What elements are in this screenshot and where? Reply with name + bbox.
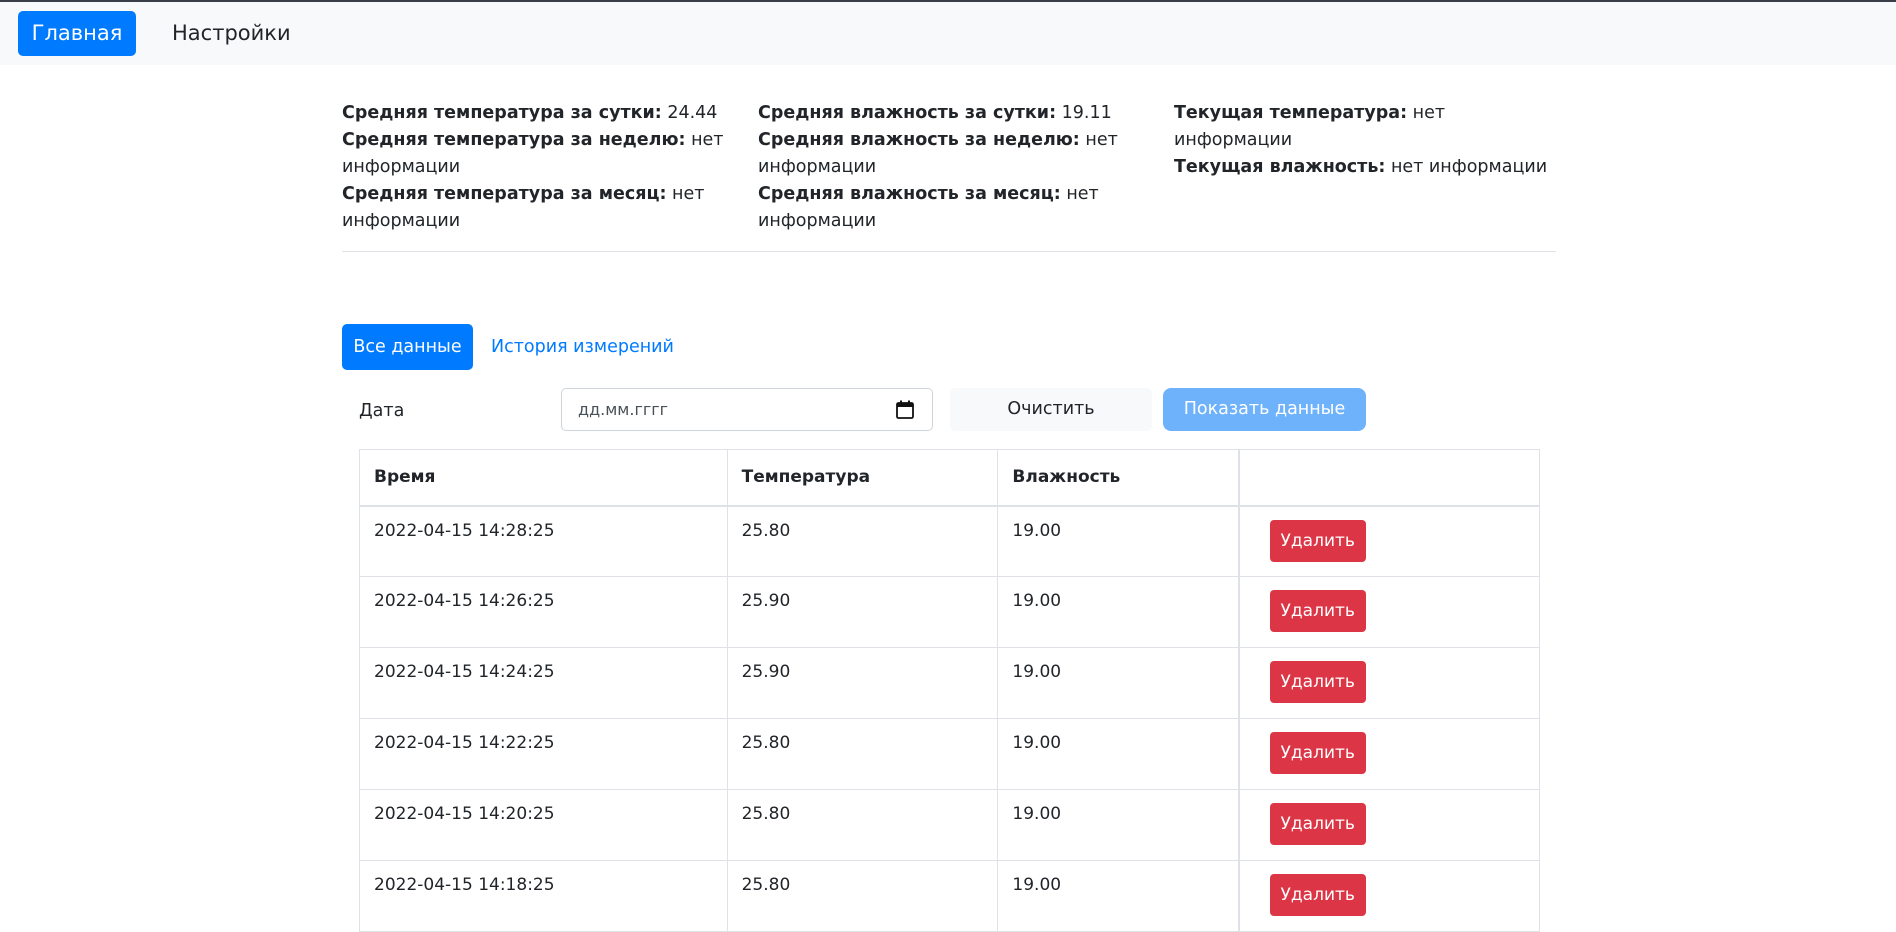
stat-label: Текущая влажность: (1174, 157, 1386, 177)
cell-time: 2022-04-15 14:28:25 (359, 505, 728, 577)
table-row: 2022-04-15 14:28:25 25.80 19.00 Удалить (359, 505, 1540, 577)
table-row: 2022-04-15 14:26:25 25.90 19.00 Удалить (359, 576, 1540, 648)
stat-label: Средняя влажность за месяц: (758, 184, 1061, 204)
cell-humidity: 19.00 (997, 576, 1240, 648)
cell-time: 2022-04-15 14:26:25 (359, 576, 728, 648)
stat-value: 19.11 (1061, 103, 1112, 123)
stat-label: Средняя температура за неделю: (342, 130, 686, 150)
cell-time: 2022-04-15 14:20:25 (359, 789, 728, 861)
delete-button[interactable]: Удалить (1269, 661, 1366, 703)
column-header-humidity: Влажность (997, 449, 1240, 507)
table-row: 2022-04-15 14:20:25 25.80 19.00 Удалить (359, 789, 1540, 861)
stat-line: Средняя влажность за месяц: нет информац… (758, 181, 1158, 235)
stat-label: Средняя температура за сутки: (342, 103, 662, 123)
cell-actions: Удалить (1237, 860, 1540, 932)
column-header-actions (1237, 449, 1540, 507)
column-header-temperature: Температура (726, 449, 999, 507)
cell-temperature: 25.90 (726, 647, 999, 719)
cell-time: 2022-04-15 14:22:25 (359, 718, 728, 790)
stat-label: Средняя влажность за сутки: (758, 103, 1057, 123)
nav-settings-link[interactable]: Настройки (154, 11, 309, 56)
calendar-icon[interactable] (896, 400, 914, 419)
cell-actions: Удалить (1237, 789, 1540, 861)
table-row: 2022-04-15 14:24:25 25.90 19.00 Удалить (359, 647, 1540, 719)
stat-value: 24.44 (667, 103, 718, 123)
cell-humidity: 19.00 (997, 860, 1240, 932)
show-data-button[interactable]: Показать данные (1163, 388, 1366, 431)
cell-humidity: 19.00 (997, 505, 1240, 577)
table-header-row: Время Температура Влажность (359, 449, 1540, 507)
cell-actions: Удалить (1237, 647, 1540, 719)
delete-button[interactable]: Удалить (1269, 519, 1366, 562)
cell-temperature: 25.80 (726, 505, 999, 577)
stat-line: Текущая влажность: нет информации (1174, 154, 1554, 181)
date-input[interactable]: дд.мм.гггг (561, 388, 933, 431)
delete-button[interactable]: Удалить (1269, 732, 1366, 774)
cell-actions: Удалить (1237, 505, 1540, 577)
nav-home-link[interactable]: Главная (18, 11, 136, 56)
stat-line: Средняя температура за месяц: нет информ… (342, 181, 742, 235)
temperature-stats: Средняя температура за сутки: 24.44 Сред… (342, 100, 742, 235)
cell-actions: Удалить (1237, 718, 1540, 790)
cell-temperature: 25.80 (726, 718, 999, 790)
section-divider (342, 251, 1556, 252)
current-stats: Текущая температура: нет информации Теку… (1174, 100, 1554, 181)
stat-line: Средняя влажность за неделю: нет информа… (758, 127, 1158, 181)
delete-button[interactable]: Удалить (1269, 874, 1366, 916)
date-placeholder: дд.мм.гггг (578, 400, 669, 419)
cell-time: 2022-04-15 14:24:25 (359, 647, 728, 719)
tab-all-data[interactable]: Все данные (342, 324, 473, 370)
cell-temperature: 25.80 (726, 789, 999, 861)
humidity-stats: Средняя влажность за сутки: 19.11 Средня… (758, 100, 1158, 235)
cell-actions: Удалить (1237, 576, 1540, 648)
stat-line: Средняя температура за неделю: нет инфор… (342, 127, 742, 181)
stat-line: Средняя температура за сутки: 24.44 (342, 100, 742, 127)
navbar: Главная Настройки (0, 2, 1896, 65)
tab-history[interactable]: История измерений (491, 324, 674, 370)
cell-humidity: 19.00 (997, 718, 1240, 790)
clear-button[interactable]: Очистить (950, 388, 1152, 431)
measurements-table: Время Температура Влажность 2022-04-15 1… (359, 449, 1540, 932)
cell-temperature: 25.80 (726, 860, 999, 932)
stat-value: нет информации (1390, 157, 1548, 177)
delete-button[interactable]: Удалить (1269, 803, 1366, 845)
stat-label: Текущая температура: (1174, 103, 1408, 123)
stat-line: Текущая температура: нет информации (1174, 100, 1554, 154)
stat-line: Средняя влажность за сутки: 19.11 (758, 100, 1158, 127)
column-header-time: Время (359, 449, 728, 507)
stat-label: Средняя влажность за неделю: (758, 130, 1080, 150)
cell-humidity: 19.00 (997, 647, 1240, 719)
table-row: 2022-04-15 14:18:25 25.80 19.00 Удалить (359, 860, 1540, 932)
cell-temperature: 25.90 (726, 576, 999, 648)
cell-humidity: 19.00 (997, 789, 1240, 861)
date-filter-label: Дата (359, 401, 405, 421)
stat-label: Средняя температура за месяц: (342, 184, 667, 204)
cell-time: 2022-04-15 14:18:25 (359, 860, 728, 932)
delete-button[interactable]: Удалить (1269, 590, 1366, 632)
table-row: 2022-04-15 14:22:25 25.80 19.00 Удалить (359, 718, 1540, 790)
